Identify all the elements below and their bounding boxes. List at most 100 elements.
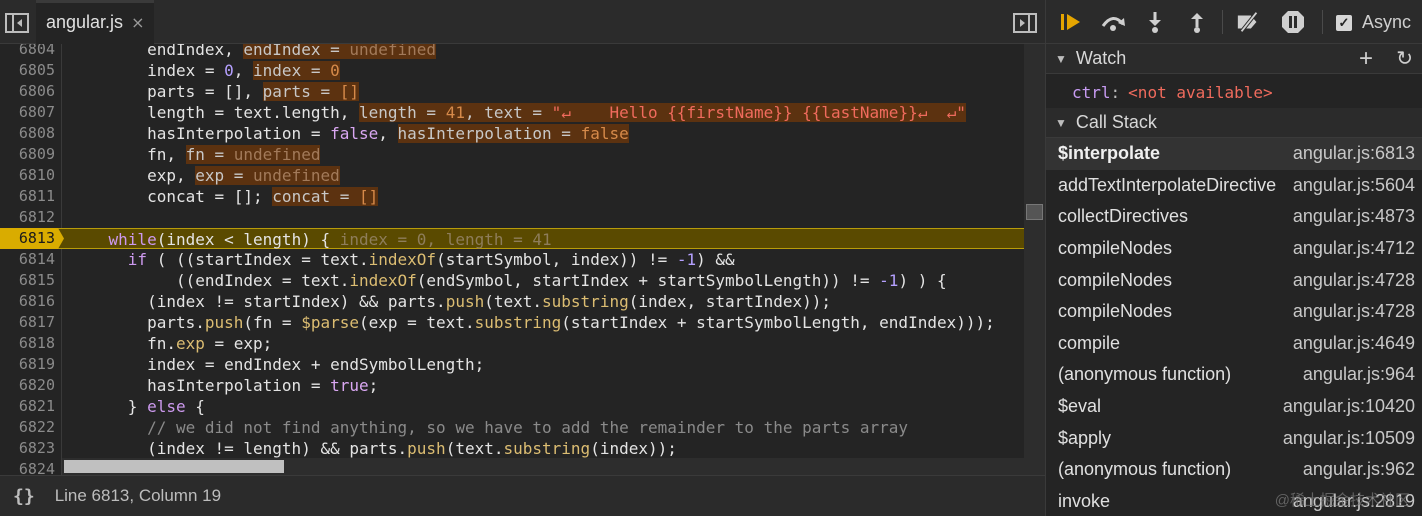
line-number[interactable]: 6806 bbox=[0, 81, 55, 102]
toggle-navigator-button[interactable] bbox=[5, 13, 29, 33]
call-frame-location[interactable]: angular.js:10420 bbox=[1283, 396, 1415, 417]
pretty-print-button[interactable]: {} bbox=[13, 486, 35, 507]
call-frame[interactable]: compile angular.js:4649 bbox=[1046, 328, 1422, 360]
close-icon[interactable]: × bbox=[131, 13, 144, 32]
line-number[interactable]: 6816 bbox=[0, 291, 55, 312]
code-line[interactable]: 6807 length = text.length, length = 41, … bbox=[0, 102, 1024, 123]
code-line[interactable]: 6819 index = endIndex + endSymbolLength; bbox=[0, 354, 1024, 375]
add-watch-expression-button[interactable]: + bbox=[1359, 47, 1373, 71]
call-frame[interactable]: collectDirectives angular.js:4873 bbox=[1046, 201, 1422, 233]
code-line[interactable]: 6805 index = 0, index = 0 bbox=[0, 60, 1024, 81]
call-frame-location[interactable]: angular.js:4728 bbox=[1293, 270, 1415, 291]
toggle-debugger-sidebar-button[interactable] bbox=[1013, 13, 1037, 33]
line-number[interactable]: 6810 bbox=[0, 165, 55, 186]
vertical-scroll-thumb[interactable] bbox=[1026, 204, 1043, 220]
execution-pointer[interactable]: 6813 bbox=[0, 228, 64, 249]
line-number[interactable]: 6807 bbox=[0, 102, 55, 123]
line-number[interactable]: 6815 bbox=[0, 270, 55, 291]
call-frame[interactable]: compileNodes angular.js:4728 bbox=[1046, 264, 1422, 296]
inline-value: parts = [] bbox=[262, 82, 359, 101]
call-frame[interactable]: $interpolate angular.js:6813 bbox=[1046, 138, 1422, 170]
sidebar-left-icon bbox=[5, 13, 29, 33]
code-line[interactable]: 6814 if ( ((startIndex = text.indexOf(st… bbox=[0, 249, 1024, 270]
step-over-button[interactable] bbox=[1100, 10, 1126, 34]
resume-icon bbox=[1061, 14, 1080, 30]
code-line[interactable]: 6812 bbox=[0, 207, 1024, 228]
call-frame-name: compileNodes bbox=[1058, 301, 1173, 322]
refresh-icon[interactable]: ↻ bbox=[1396, 47, 1413, 71]
source-text: concat = []; concat = [] bbox=[70, 187, 379, 206]
line-number[interactable]: 6808 bbox=[0, 123, 55, 144]
call-frame-location[interactable]: angular.js:4873 bbox=[1293, 206, 1415, 227]
code-line[interactable]: 6811 concat = []; concat = [] bbox=[0, 186, 1024, 207]
expand-triangle-icon: ▼ bbox=[1055, 115, 1067, 130]
line-number[interactable]: 6809 bbox=[0, 144, 55, 165]
async-checkbox[interactable]: ✓ Async bbox=[1336, 12, 1411, 33]
call-stack-pane-header[interactable]: ▼ Call Stack bbox=[1046, 108, 1422, 138]
line-number[interactable]: 6814 bbox=[0, 249, 55, 270]
inline-value: endIndex = undefined bbox=[243, 44, 437, 59]
code-line[interactable]: 6817 parts.push(fn = $parse(exp = text.s… bbox=[0, 312, 1024, 333]
line-number[interactable]: 6805 bbox=[0, 60, 55, 81]
pause-on-exceptions-button[interactable] bbox=[1280, 10, 1306, 34]
inline-value: index = 0 bbox=[253, 61, 340, 80]
checkmark-icon[interactable]: ✓ bbox=[1336, 14, 1352, 31]
code-line[interactable]: 6810 exp, exp = undefined bbox=[0, 165, 1024, 186]
line-number[interactable]: 6821 bbox=[0, 396, 55, 417]
step-out-button[interactable] bbox=[1184, 10, 1210, 34]
code-line[interactable]: 6813 while(index < length) { index = 0, … bbox=[0, 228, 1024, 249]
horizontal-scroll-thumb[interactable] bbox=[64, 460, 284, 473]
line-number[interactable]: 6824 bbox=[0, 459, 55, 475]
code-line[interactable]: 6806 parts = [], parts = [] bbox=[0, 81, 1024, 102]
code-area[interactable]: 6804 endIndex, endIndex = undefined 6805 … bbox=[0, 44, 1045, 475]
call-frame[interactable]: (anonymous function) angular.js:964 bbox=[1046, 359, 1422, 391]
code-line[interactable]: 6822 // we did not find anything, so we … bbox=[0, 417, 1024, 438]
line-number[interactable]: 6820 bbox=[0, 375, 55, 396]
source-text: parts.push(fn = $parse(exp = text.substr… bbox=[70, 313, 995, 332]
line-number[interactable]: 6818 bbox=[0, 333, 55, 354]
call-frame-location[interactable]: angular.js:4728 bbox=[1293, 301, 1415, 322]
step-into-button[interactable] bbox=[1142, 10, 1168, 34]
call-frame[interactable]: $eval angular.js:10420 bbox=[1046, 391, 1422, 423]
source-text: fn.exp = exp; bbox=[70, 334, 273, 353]
line-number[interactable]: 6811 bbox=[0, 186, 55, 207]
call-frame[interactable]: compileNodes angular.js:4712 bbox=[1046, 233, 1422, 265]
code-line[interactable]: 6809 fn, fn = undefined bbox=[0, 144, 1024, 165]
deactivate-breakpoints-button[interactable] bbox=[1236, 10, 1262, 34]
call-frame-location[interactable]: angular.js:962 bbox=[1303, 459, 1415, 480]
code-line[interactable]: 6808 hasInterpolation = false, hasInterp… bbox=[0, 123, 1024, 144]
call-frame-location[interactable]: angular.js:4712 bbox=[1293, 238, 1415, 259]
code-line[interactable]: 6821 } else { bbox=[0, 396, 1024, 417]
call-frame-location[interactable]: angular.js:6813 bbox=[1293, 143, 1415, 164]
call-frame-location[interactable]: angular.js:5604 bbox=[1293, 175, 1415, 196]
call-frame[interactable]: addTextInterpolateDirective angular.js:56… bbox=[1046, 170, 1422, 202]
line-number[interactable]: 6819 bbox=[0, 354, 55, 375]
line-number[interactable]: 6823 bbox=[0, 438, 55, 459]
watch-pane-header[interactable]: ▼ Watch + ↻ bbox=[1046, 44, 1422, 74]
call-frame-location[interactable]: angular.js:4649 bbox=[1293, 333, 1415, 354]
call-stack-list: $interpolate angular.js:6813 addTextInterp… bbox=[1046, 138, 1422, 516]
code-line[interactable]: 6815 ((endIndex = text.indexOf(endSymbol… bbox=[0, 270, 1024, 291]
code-line[interactable]: 6818 fn.exp = exp; bbox=[0, 333, 1024, 354]
call-frame-location[interactable]: angular.js:964 bbox=[1303, 364, 1415, 385]
step-into-icon bbox=[1149, 12, 1161, 33]
line-number[interactable]: 6804 bbox=[0, 44, 55, 60]
horizontal-scrollbar[interactable] bbox=[62, 458, 1024, 475]
code-line[interactable]: 6823 (index != length) && parts.push(tex… bbox=[0, 438, 1024, 459]
line-number[interactable]: 6822 bbox=[0, 417, 55, 438]
line-number[interactable]: 6812 bbox=[0, 207, 55, 228]
call-frame-location[interactable]: angular.js:10509 bbox=[1283, 428, 1415, 449]
resume-button[interactable] bbox=[1058, 10, 1084, 34]
code-line[interactable]: 6816 (index != startIndex) && parts.push… bbox=[0, 291, 1024, 312]
watch-expression-row[interactable]: ctrl : <not available> bbox=[1046, 74, 1422, 110]
line-number[interactable]: 6813 bbox=[0, 228, 55, 249]
call-frame[interactable]: compileNodes angular.js:4728 bbox=[1046, 296, 1422, 328]
code-line[interactable]: 6820 hasInterpolation = true; bbox=[0, 375, 1024, 396]
code-line[interactable]: 6804 endIndex, endIndex = undefined bbox=[0, 44, 1024, 60]
source-text: // we did not find anything, so we have … bbox=[147, 418, 909, 437]
tab-angular-js[interactable]: angular.js × bbox=[36, 0, 155, 44]
call-frame[interactable]: $apply angular.js:10509 bbox=[1046, 422, 1422, 454]
line-number[interactable]: 6817 bbox=[0, 312, 55, 333]
call-frame[interactable]: (anonymous function) angular.js:962 bbox=[1046, 454, 1422, 486]
vertical-scrollbar[interactable] bbox=[1024, 44, 1045, 475]
